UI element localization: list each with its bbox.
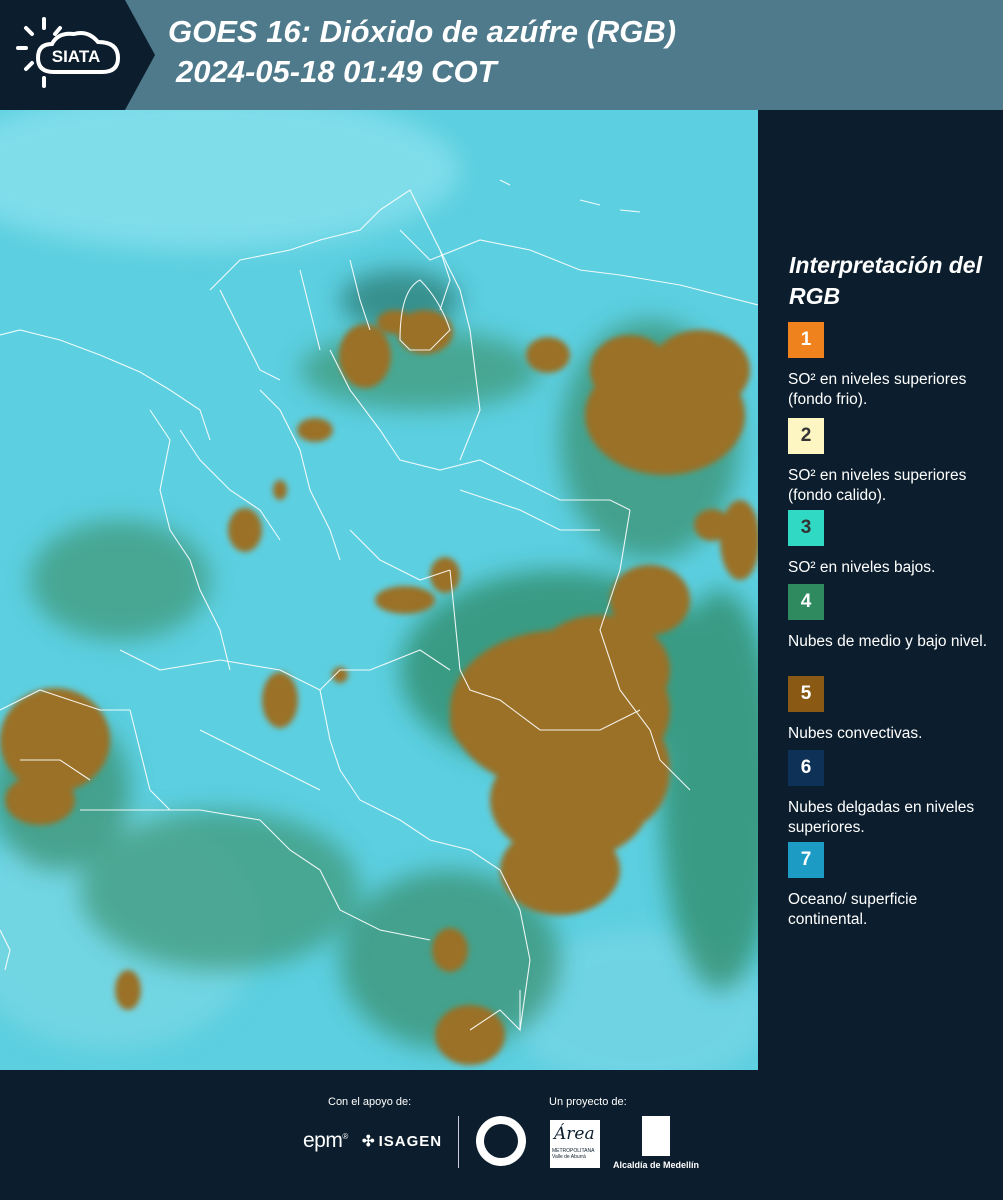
legend-swatch: 4 [788, 584, 824, 620]
legend-number: 2 [800, 425, 812, 446]
legend-swatch: 1 [788, 322, 824, 358]
legend-item-7: 7 Oceano/ superficie continental. [788, 842, 998, 930]
legend-number: 6 [800, 757, 812, 778]
legend-label: Nubes delgadas en niveles superiores. [788, 799, 975, 836]
sun-cloud-icon: SIATA [16, 17, 121, 88]
project-label: Un proyecto de: [549, 1096, 627, 1108]
page-title: GOES 16: Dióxido de azúfre (RGB) [168, 14, 677, 49]
alcaldia-shield-icon[interactable] [642, 1116, 670, 1156]
support-label: Con el apoyo de: [328, 1096, 412, 1108]
legend-title: Interpretación del RGB [789, 252, 982, 309]
legend-label: Nubes convectivas. [788, 725, 923, 742]
legend-label: SO² en niveles superiores (fondo calido)… [788, 467, 967, 504]
legend-label: SO² en niveles superiores (fondo frio). [788, 371, 967, 408]
isagen-logo[interactable]: ✣ ISAGEN [362, 1132, 443, 1151]
legend-swatch: 5 [788, 676, 824, 712]
legend-item-1: 1 SO² en niveles superiores (fondo frio)… [788, 322, 998, 410]
legend-item-3: 3 SO² en niveles bajos. [788, 510, 998, 578]
alcaldia-label: Alcaldía de Medellín [613, 1160, 700, 1170]
legend-label: Oceano/ superficie continental. [788, 891, 918, 928]
legend-item-4: 4 Nubes de medio y bajo nivel. [788, 584, 998, 652]
legend-swatch: 7 [788, 842, 824, 878]
legend-number: 3 [800, 517, 812, 538]
legend-label: Nubes de medio y bajo nivel. [788, 633, 988, 650]
siata-logo[interactable]: SIATA [0, 0, 155, 110]
logo-text: SIATA [52, 47, 100, 66]
legend-number: 5 [800, 683, 812, 704]
medellin-seal-icon[interactable] [476, 1116, 526, 1166]
isagen-icon: ✣ [362, 1133, 376, 1150]
legend-item-5: 5 Nubes convectivas. [788, 676, 998, 744]
legend-panel: Interpretación del RGB 1 SO² en niveles … [762, 110, 1003, 1070]
legend-label: SO² en niveles bajos. [788, 559, 936, 576]
legend-number: 4 [800, 591, 812, 612]
legend-number: 7 [800, 849, 812, 870]
isagen-text: ISAGEN [378, 1132, 443, 1150]
area-metropolitana-logo[interactable]: Área METROPOLITANA Valle de Aburrá [550, 1120, 600, 1168]
legend-number: 1 [800, 329, 812, 350]
legend-item-6: 6 Nubes delgadas en niveles superiores. [788, 750, 998, 838]
epm-logo[interactable]: epm® [303, 1129, 348, 1153]
area-logo-text: Área [554, 1124, 595, 1144]
satellite-map[interactable] [0, 110, 758, 1070]
area-logo-subtext: METROPOLITANA Valle de Aburrá [552, 1148, 595, 1160]
timestamp: 2024-05-18 01:49 COT [176, 54, 497, 89]
legend-item-2: 2 SO² en niveles superiores (fondo calid… [788, 418, 998, 506]
map-svg [0, 110, 758, 1070]
legend-swatch: 6 [788, 750, 824, 786]
footer-divider [458, 1116, 459, 1168]
footer: Con el apoyo de: Un proyecto de: epm® ✣ … [0, 1070, 1003, 1200]
header: SIATA GOES 16: Dióxido de azúfre (RGB) 2… [0, 0, 1003, 110]
legend-swatch: 3 [788, 510, 824, 546]
epm-text: epm [303, 1129, 343, 1152]
legend-swatch: 2 [788, 418, 824, 454]
